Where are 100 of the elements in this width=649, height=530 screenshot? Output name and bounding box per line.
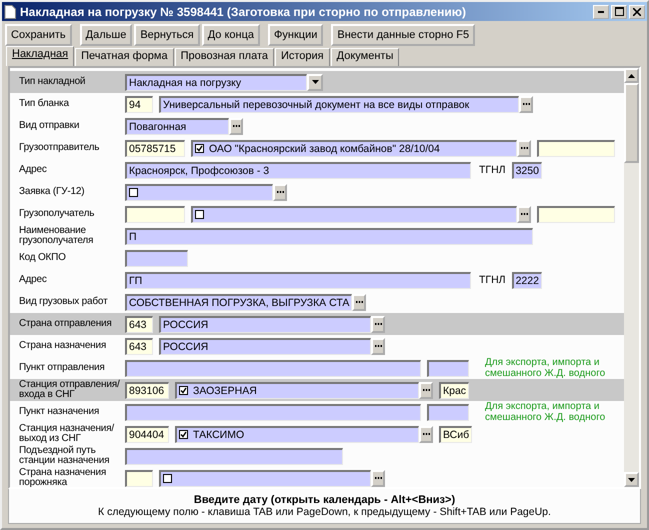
checkbox[interactable] — [163, 474, 172, 483]
up-arrow-icon — [628, 74, 635, 78]
code-field[interactable]: 05785715 — [125, 140, 185, 156]
input-field[interactable] — [125, 448, 343, 464]
caret-icon — [312, 80, 318, 84]
field-label: Страна назначения — [18, 341, 108, 351]
field-label: Грузополучатель — [18, 209, 96, 219]
field-label: Пункт назначения — [18, 407, 100, 417]
close-icon — [633, 8, 641, 16]
lookup-field[interactable]: РОССИЯ — [159, 338, 371, 354]
checkbox[interactable] — [129, 188, 138, 197]
note-text: Для экспорта, импорта и смешанного Ж.Д. водного — [485, 357, 606, 379]
tab[interactable]: Документы — [330, 48, 400, 66]
code-field[interactable] — [125, 206, 185, 222]
toolbar-button[interactable]: Сохранить — [5, 24, 72, 46]
browse-button[interactable] — [419, 382, 433, 398]
lookup-field[interactable] — [159, 470, 371, 486]
maximize-button[interactable] — [611, 4, 627, 18]
field-label: Тип накладной — [18, 77, 86, 87]
dropdown-button[interactable] — [307, 74, 323, 90]
field-label: Вид отправки — [18, 121, 80, 131]
browse-button[interactable] — [371, 338, 385, 354]
input-field[interactable] — [427, 404, 469, 420]
field-label: Пункт отправления — [18, 363, 106, 373]
tab[interactable]: Накладная — [6, 46, 74, 66]
field-caption: ТГНЛ — [479, 164, 506, 176]
field-label: Код ОКПО — [18, 253, 67, 263]
scroll-down-button[interactable] — [624, 472, 639, 487]
checkbox[interactable] — [195, 144, 204, 153]
lookup-field[interactable]: Повагонная — [125, 118, 229, 134]
lookup-field[interactable] — [191, 206, 517, 222]
checkbox[interactable] — [195, 210, 204, 219]
browse-button[interactable] — [273, 184, 287, 200]
browse-button[interactable] — [371, 470, 385, 486]
tab[interactable]: Печатная форма — [75, 48, 174, 66]
field-label: Грузоотправитель — [18, 143, 100, 153]
toolbar-button[interactable]: Функции — [268, 24, 324, 46]
field-label: Наименование грузополучателя — [18, 226, 94, 246]
minimize-button[interactable] — [593, 4, 609, 18]
input-field[interactable]: 3250 — [512, 162, 542, 178]
browse-button[interactable] — [229, 118, 243, 134]
field-label: Адрес — [18, 275, 48, 285]
lookup-field[interactable]: ЗАОЗЕРНАЯ — [175, 382, 419, 398]
browse-button[interactable] — [352, 294, 366, 310]
browse-button[interactable] — [517, 140, 531, 156]
note-text: Для экспорта, импорта и смешанного Ж.Д. водного — [485, 401, 606, 423]
lookup-field[interactable]: ОАО "Красноярский завод комбайнов" 28/10/04 — [191, 140, 517, 156]
input-field[interactable] — [125, 404, 421, 420]
scroll-up-button[interactable] — [624, 68, 639, 83]
field-label: Страна отправления — [18, 319, 113, 329]
scrollbar-thumb[interactable] — [624, 83, 639, 163]
close-button[interactable] — [629, 4, 645, 18]
checkbox[interactable] — [179, 386, 188, 395]
input-field[interactable]: Красноярск, Профсоюзов - 3 — [125, 162, 471, 178]
tab[interactable]: Провозная плата — [174, 48, 274, 66]
scrollbar[interactable] — [624, 68, 639, 487]
dropdown-field[interactable]: Накладная на погрузку — [125, 74, 307, 90]
field-label: Тип бланка — [18, 99, 70, 109]
tab[interactable]: История — [274, 48, 330, 66]
code-field[interactable] — [537, 140, 615, 156]
code-field[interactable]: 94 — [125, 96, 153, 112]
input-field[interactable] — [427, 360, 469, 376]
browse-button[interactable] — [419, 426, 433, 442]
field-label: Заявка (ГУ-12) — [18, 187, 86, 197]
field-label: Адрес — [18, 165, 48, 175]
maximize-icon — [614, 7, 624, 16]
input-field[interactable]: 2222 — [512, 272, 542, 288]
hint-title: Введите дату (открыть календарь - Alt+<Вниз>) — [194, 494, 456, 506]
code-field[interactable] — [537, 206, 615, 222]
toolbar-button[interactable]: Дальше — [80, 24, 132, 46]
minimize-icon — [598, 10, 604, 12]
code-field[interactable]: 893106 — [125, 382, 169, 398]
code-field[interactable]: 643 — [125, 338, 153, 354]
field-label: Станция отправления/ входа в СНГ — [18, 380, 121, 400]
field-label: Страна назначения порожняка — [18, 468, 108, 487]
code-field[interactable]: Крас — [439, 382, 470, 398]
code-field[interactable]: ВСиб — [439, 426, 472, 442]
field-label: Вид грузовых работ — [18, 297, 108, 307]
hint-text: К следующему полю - клавиша TAB или PageDown, к предыдущему - Shift+TAB или PageUp. — [98, 506, 551, 518]
lookup-field[interactable]: ТАКСИМО — [175, 426, 419, 442]
toolbar-button[interactable]: Внести данные сторно F5 — [331, 24, 476, 46]
checkbox[interactable] — [179, 430, 188, 439]
lookup-field[interactable]: РОССИЯ — [159, 316, 371, 332]
lookup-field[interactable]: Универсальный перевозочный документ на все виды отправок — [159, 96, 519, 112]
input-field[interactable]: ГП — [125, 272, 471, 288]
input-field[interactable] — [125, 360, 421, 376]
input-field[interactable] — [125, 250, 188, 266]
code-field[interactable] — [125, 470, 153, 486]
input-field[interactable]: П — [125, 228, 533, 244]
lookup-field[interactable] — [125, 184, 273, 200]
code-field[interactable]: 904404 — [125, 426, 169, 442]
browse-button[interactable] — [371, 316, 385, 332]
browse-button[interactable] — [519, 96, 533, 112]
lookup-field[interactable]: СОБСТВЕННАЯ ПОГРУЗКА, ВЫГРУЗКА СТА — [125, 294, 352, 310]
window-title: Накладная на погрузку № 3598441 (Заготовка при сторно по отправлению) — [20, 4, 467, 18]
field-label: Станция назначения/ выход из СНГ — [18, 424, 115, 444]
toolbar-button[interactable]: Вернуться — [134, 24, 200, 46]
toolbar-button[interactable]: До конца — [202, 24, 260, 46]
code-field[interactable]: 643 — [125, 316, 153, 332]
browse-button[interactable] — [517, 206, 531, 222]
